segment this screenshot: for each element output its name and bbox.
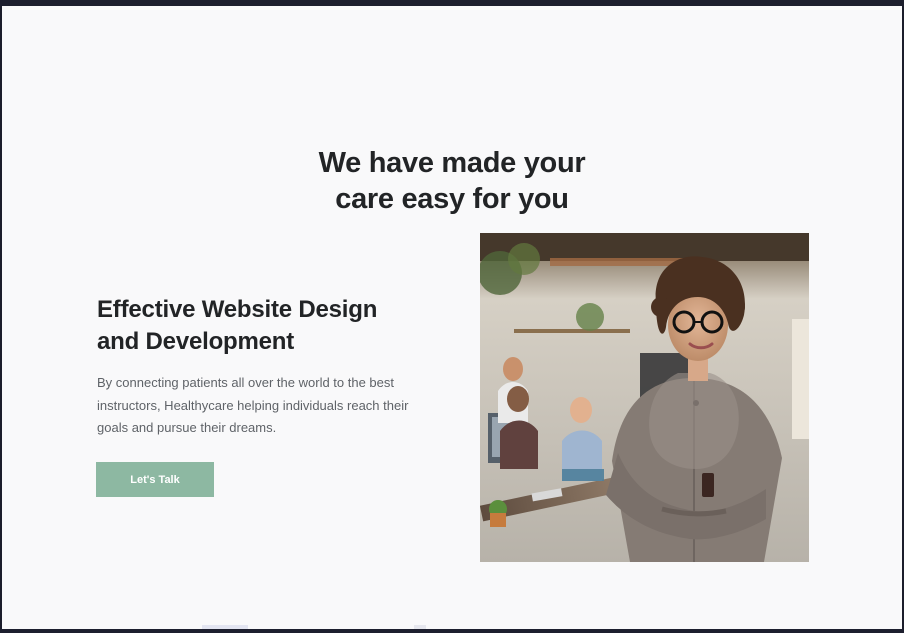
- lets-talk-button[interactable]: Let's Talk: [96, 462, 214, 497]
- feature-content: Effective Website Design and Development…: [97, 294, 437, 453]
- section-heading: We have made your care easy for you: [2, 145, 902, 217]
- feature-description: By connecting patients all over the worl…: [97, 375, 409, 435]
- section-heading-line-2: care easy for you: [335, 183, 569, 216]
- page-viewport: We have made your care easy for you Effe…: [2, 6, 902, 629]
- team-photo-illustration: [480, 233, 809, 562]
- feature-title-line-1: Effective Website Design: [97, 296, 378, 323]
- window-bottom-frame: [0, 629, 904, 633]
- section-heading-line-1: We have made your: [318, 147, 586, 180]
- feature-title: Effective Website Design and Development: [97, 294, 437, 358]
- team-photo: [480, 233, 809, 562]
- feature-title-line-2: and Development: [97, 328, 295, 355]
